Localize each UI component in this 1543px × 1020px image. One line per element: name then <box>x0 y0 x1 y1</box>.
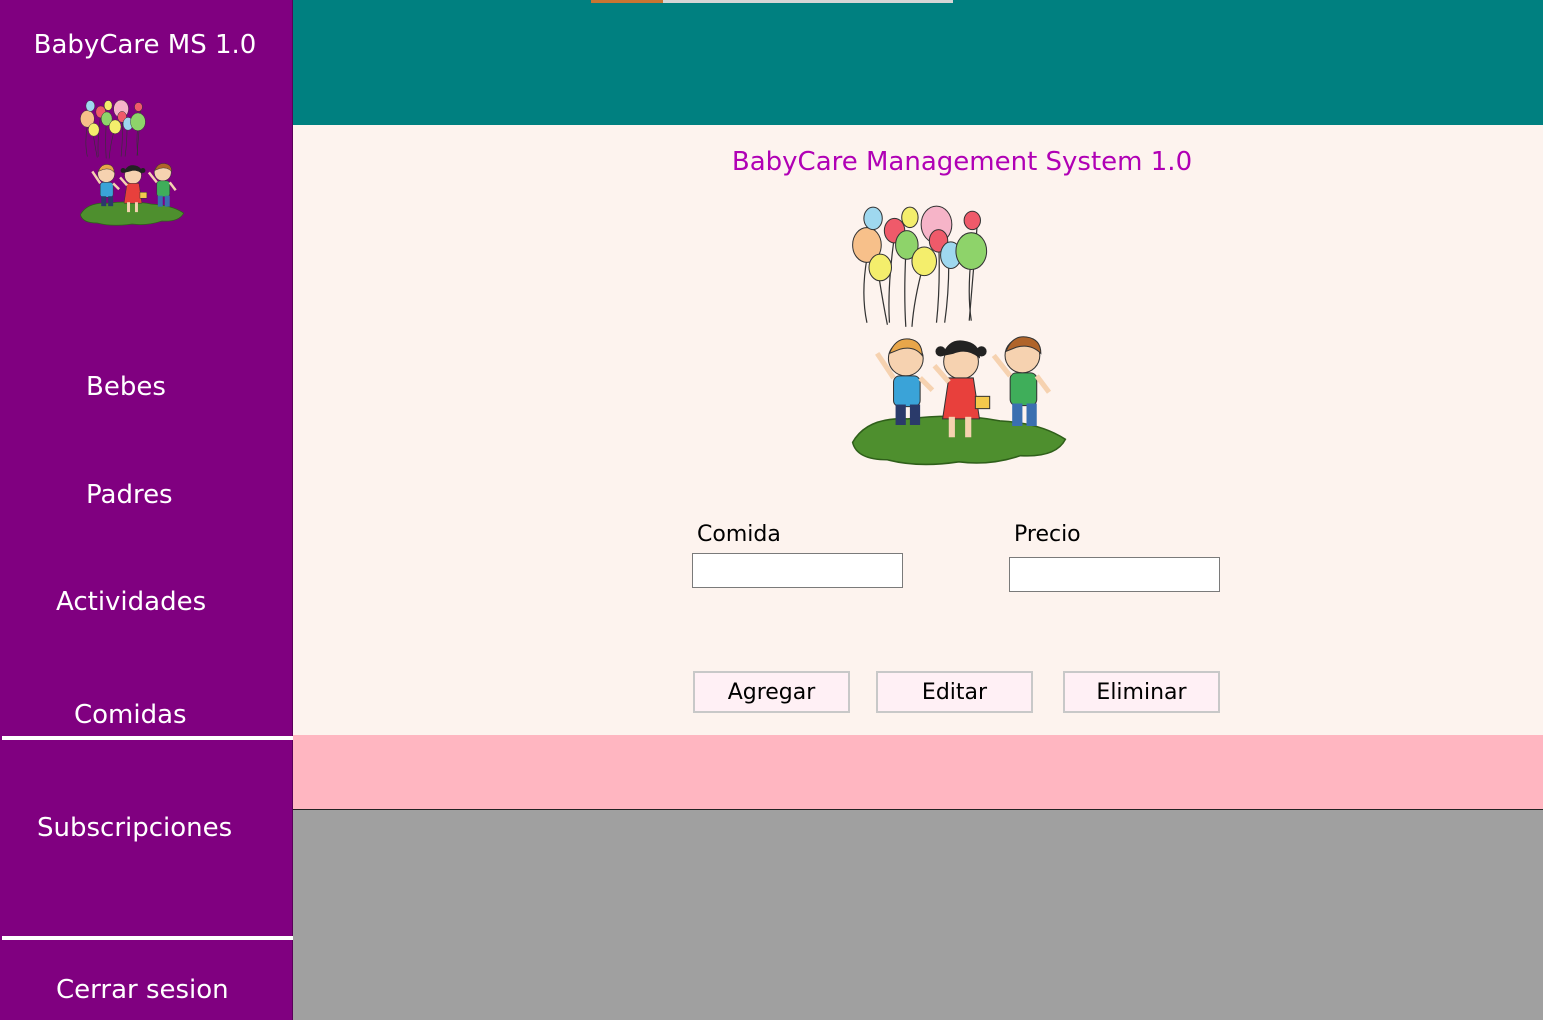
page-title: BabyCare Management System 1.0 <box>731 147 1193 177</box>
sidebar-item-padres[interactable]: Padres <box>86 480 173 510</box>
comida-label: Comida <box>697 522 781 547</box>
app-title: BabyCare MS 1.0 <box>33 30 257 60</box>
sidebar: BabyCare MS 1.0 Bebes Padres Actividades… <box>0 0 293 1020</box>
footer-bar <box>293 735 1543 810</box>
balloons-kids-logo-icon <box>841 202 1077 470</box>
top-accent-strip <box>591 0 663 3</box>
main-panel: BabyCare Management System 1.0 Comida Pr… <box>293 125 1543 735</box>
balloons-kids-logo-icon <box>79 98 185 227</box>
nav-divider <box>2 736 293 740</box>
nav-divider <box>2 936 293 940</box>
editar-button[interactable]: Editar <box>876 671 1033 713</box>
comida-input[interactable] <box>692 553 903 588</box>
sidebar-item-cerrar-sesion[interactable]: Cerrar sesion <box>56 975 229 1005</box>
top-bar <box>293 0 1543 125</box>
sidebar-item-actividades[interactable]: Actividades <box>56 587 206 617</box>
sidebar-item-bebes[interactable]: Bebes <box>86 372 166 402</box>
precio-label: Precio <box>1014 522 1081 547</box>
sidebar-item-comidas[interactable]: Comidas <box>74 700 187 730</box>
agregar-button[interactable]: Agregar <box>693 671 850 713</box>
precio-input[interactable] <box>1009 557 1220 592</box>
top-accent-strip <box>663 0 953 3</box>
sidebar-item-subscripciones[interactable]: Subscripciones <box>37 813 232 843</box>
eliminar-button[interactable]: Eliminar <box>1063 671 1220 713</box>
